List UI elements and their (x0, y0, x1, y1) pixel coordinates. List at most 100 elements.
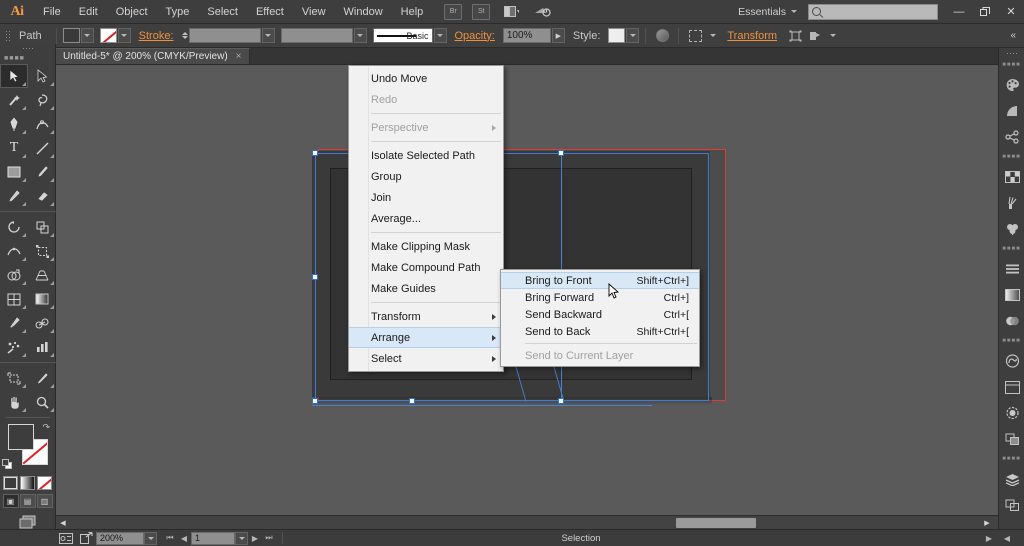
brushes-panel-icon[interactable] (999, 190, 1024, 216)
context-menu-item-select[interactable]: Select (349, 348, 503, 369)
draw-normal-button[interactable]: ▣ (2, 494, 19, 508)
stroke-profile-field[interactable] (280, 28, 353, 43)
arrange-submenu[interactable]: Bring to Front Shift+Ctrl+] Bring Forwar… (500, 269, 700, 367)
slice-tool[interactable] (28, 366, 56, 390)
graphic-style-swatch[interactable] (608, 28, 626, 43)
type-tool[interactable]: T (0, 136, 28, 160)
recolor-dropdown[interactable] (706, 28, 719, 43)
selection-handle[interactable] (312, 150, 318, 156)
context-menu-item-make-guides[interactable]: Make Guides (349, 278, 503, 299)
fill-dropdown-arrow[interactable] (80, 28, 94, 43)
menu-help[interactable]: Help (392, 0, 433, 24)
stroke-swatch[interactable] (99, 28, 117, 43)
scroll-right-icon[interactable]: ▶ (980, 516, 994, 530)
menu-type[interactable]: Type (157, 0, 199, 24)
perspective-grid-tool[interactable] (28, 263, 56, 287)
direct-selection-tool[interactable] (28, 64, 56, 88)
artboards-panel-icon[interactable] (999, 492, 1024, 518)
menu-view[interactable]: View (293, 0, 335, 24)
control-bar-grip[interactable] (4, 28, 11, 44)
close-icon[interactable]: × (236, 51, 242, 62)
swap-fill-stroke-icon[interactable]: ↷ (42, 422, 50, 433)
selection-handle[interactable] (409, 398, 415, 404)
brush-dropdown[interactable] (433, 28, 447, 43)
submenu-item-bring-forward[interactable]: Bring Forward Ctrl+] (501, 289, 699, 306)
workspace-switcher[interactable]: Essentials (731, 3, 804, 21)
libraries-panel-icon[interactable] (999, 374, 1024, 400)
next-artboard-button[interactable]: ▶ (248, 532, 262, 545)
scale-tool[interactable] (28, 215, 56, 239)
transparency-panel-icon[interactable] (999, 308, 1024, 334)
selection-handle[interactable] (558, 398, 564, 404)
brush-definition-preview[interactable]: Basic (372, 28, 433, 43)
search-input[interactable] (808, 3, 938, 20)
stroke-weight-field[interactable] (188, 28, 261, 43)
paintbrush-tool[interactable] (28, 160, 56, 184)
shape-builder-tool[interactable] (0, 263, 28, 287)
align-panel-icon[interactable] (999, 256, 1024, 282)
style-dropdown[interactable] (626, 28, 640, 43)
fill-swatch[interactable] (62, 28, 80, 43)
share-on-behance-icon[interactable] (76, 531, 96, 545)
rotate-tool[interactable] (0, 215, 28, 239)
stroke-weight-dropdown[interactable] (261, 28, 275, 43)
opacity-dropdown[interactable]: ▶ (551, 28, 565, 43)
stroke-weight-stepper[interactable] (181, 32, 188, 39)
fill-swatch-group[interactable] (62, 28, 94, 43)
bridge-icon[interactable]: Br (444, 3, 463, 20)
menu-window[interactable]: Window (335, 0, 392, 24)
opacity-field[interactable]: 100% (502, 28, 551, 43)
submenu-item-bring-to-front[interactable]: Bring to Front Shift+Ctrl+] (501, 272, 699, 289)
horizontal-scroll-thumb[interactable] (676, 518, 756, 528)
free-transform-tool[interactable] (28, 239, 56, 263)
none-button[interactable] (37, 476, 52, 490)
default-fill-stroke-icon[interactable] (2, 459, 13, 470)
context-menu-item-make-compound-path[interactable]: Make Compound Path (349, 257, 503, 278)
artboard-tool[interactable] (0, 366, 28, 390)
eraser-tool[interactable] (28, 184, 56, 208)
tools-panel-grip[interactable] (0, 44, 55, 53)
stroke-swatch-group[interactable] (99, 28, 131, 43)
lasso-tool[interactable] (28, 88, 56, 112)
document-info-icon[interactable] (56, 531, 76, 545)
status-menu-button[interactable]: ▶ (982, 532, 996, 545)
previous-artboard-button[interactable]: ◀ (177, 532, 191, 545)
line-segment-tool[interactable] (28, 136, 56, 160)
minimize-button[interactable]: — (946, 0, 972, 24)
symbol-sprayer-tool[interactable] (0, 335, 28, 359)
recolor-artwork-icon[interactable] (685, 27, 705, 45)
device-preview-icon[interactable] (532, 4, 554, 20)
pen-tool[interactable] (0, 112, 28, 136)
pathfinder-panel-icon[interactable] (999, 426, 1024, 452)
opacity-mask-icon[interactable] (652, 27, 672, 45)
submenu-item-send-to-back[interactable]: Send to Back Shift+Ctrl+[ (501, 323, 699, 340)
context-menu-item-average[interactable]: Average... (349, 208, 503, 229)
menu-edit[interactable]: Edit (70, 0, 107, 24)
mesh-tool[interactable] (0, 287, 28, 311)
horizontal-scrollbar[interactable]: ◀ ▶ (56, 515, 1008, 529)
submenu-item-send-to-current-layer[interactable]: Send to Current Layer (501, 347, 699, 364)
width-tool[interactable] (0, 239, 28, 263)
menu-file[interactable]: File (34, 0, 70, 24)
opacity-label[interactable]: Opacity: (447, 30, 503, 42)
context-menu-item-transform[interactable]: Transform (349, 306, 503, 327)
stroke-dropdown-arrow[interactable] (117, 28, 131, 43)
swatches-panel-icon[interactable] (999, 164, 1024, 190)
column-graph-tool[interactable] (28, 335, 56, 359)
symbols-panel-icon[interactable] (999, 124, 1024, 150)
context-menu-item-redo[interactable]: Redo (349, 89, 503, 110)
gradient-tool[interactable] (28, 287, 56, 311)
appearance-panel-icon[interactable] (999, 400, 1024, 426)
zoom-level-dropdown[interactable] (144, 531, 157, 545)
blend-tool[interactable] (28, 311, 56, 335)
magic-wand-tool[interactable] (0, 88, 28, 112)
selection-handle[interactable] (312, 398, 318, 404)
screen-mode-button[interactable] (0, 514, 55, 530)
close-button[interactable]: ✕ (998, 0, 1024, 24)
control-bar-overflow-icon[interactable]: « (1006, 30, 1020, 41)
status-resize-grip[interactable]: ◀ (1000, 532, 1014, 545)
artboard-dropdown[interactable] (235, 531, 248, 545)
menu-effect[interactable]: Effect (247, 0, 293, 24)
dock-grip[interactable] (999, 48, 1024, 58)
arrange-documents-icon[interactable] (500, 4, 522, 20)
